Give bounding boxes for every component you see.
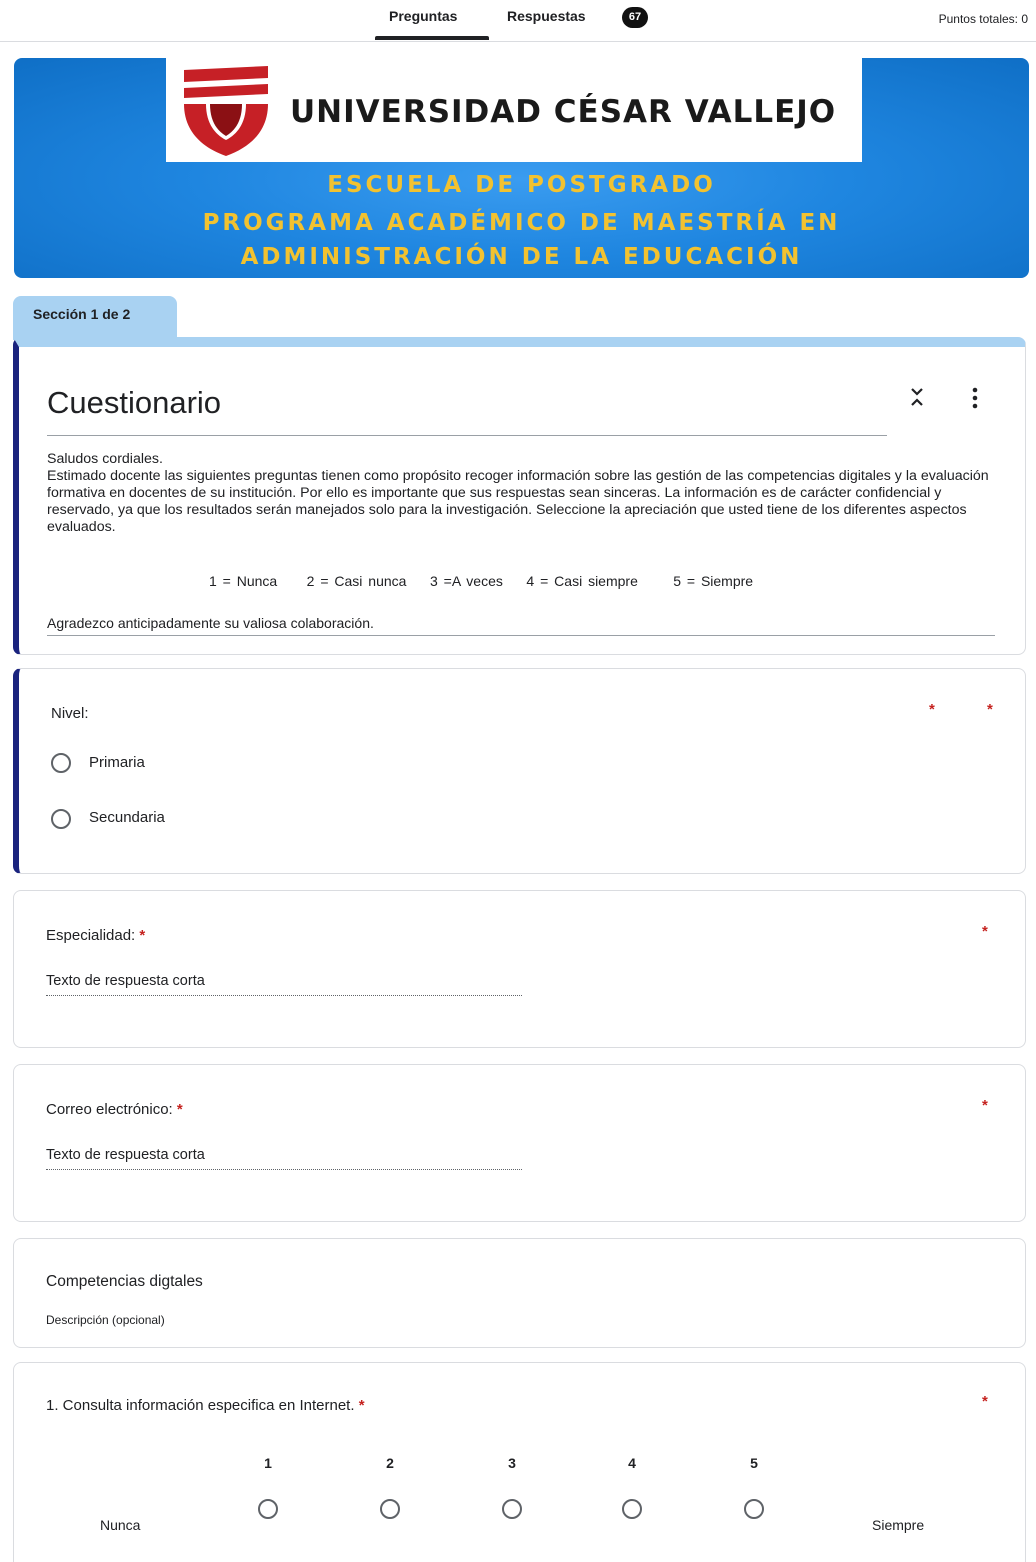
question-especialidad[interactable]: Especialidad: * * Texto de respuesta cor… — [13, 890, 1026, 1048]
scale-number: 2 — [386, 1455, 394, 1471]
banner-line-3: ADMINISTRACIÓN DE LA EDUCACIÓN — [240, 244, 803, 270]
required-marker: * — [982, 1097, 988, 1114]
active-tab-indicator — [375, 36, 489, 40]
banner-line-1: ESCUELA DE POSTGRADO — [327, 172, 716, 198]
greeting-text: Saludos cordiales. — [47, 451, 163, 467]
title-underline — [47, 435, 887, 436]
required-marker: * — [987, 701, 993, 718]
required-marker: * — [982, 1393, 988, 1410]
more-vert-icon[interactable] — [971, 387, 979, 409]
question-title-text: 1. Consulta información especifica en In… — [46, 1397, 355, 1414]
required-marker: * — [982, 923, 988, 940]
tab-respuestas[interactable]: Respuestas — [507, 8, 586, 24]
radio-unchecked-icon[interactable] — [622, 1499, 642, 1519]
question-title: Nivel: — [51, 705, 89, 722]
scale-low-label: Nunca — [100, 1517, 141, 1533]
radio-unchecked-icon[interactable] — [502, 1499, 522, 1519]
radio-unchecked-icon[interactable] — [380, 1499, 400, 1519]
question-title-text: Correo electrónico: — [46, 1101, 173, 1118]
section-header-description: Descripción (opcional) — [46, 1313, 165, 1327]
question-1-linear-scale[interactable]: 1. Consulta información especifica en In… — [13, 1362, 1026, 1562]
answer-underline — [46, 995, 522, 996]
scale-high-label: Siempre — [872, 1517, 925, 1533]
answer-underline — [46, 1169, 522, 1170]
scale-legend: 1 = Nunca 2 = Casi nunca 3 =A veces 4 = … — [209, 573, 754, 589]
form-intro-card[interactable]: Cuestionario Saludos cordiales. Estimado… — [13, 337, 1026, 655]
university-logo: UNIVERSIDAD CÉSAR VALLEJO — [166, 58, 862, 162]
question-title-text: Especialidad: — [46, 927, 136, 944]
required-marker: * — [358, 1397, 365, 1414]
radio-unchecked-icon[interactable] — [51, 753, 71, 773]
section-indicator: Sección 1 de 2 — [13, 296, 177, 340]
section-header-title: Competencias digtales — [46, 1273, 203, 1290]
responses-count-badge: 67 — [622, 7, 648, 28]
question-title: Correo electrónico: * — [46, 1101, 183, 1118]
radio-unchecked-icon[interactable] — [258, 1499, 278, 1519]
scale-number: 3 — [508, 1455, 516, 1471]
question-nivel[interactable]: Nivel: * * Primaria Secundaria — [13, 668, 1026, 874]
form-description[interactable]: Saludos cordiales. Estimado docente las … — [47, 451, 1002, 536]
radio-unchecked-icon[interactable] — [51, 809, 71, 829]
section-header-competencias[interactable]: Competencias digtales Descripción (opcio… — [13, 1238, 1026, 1348]
tab-preguntas[interactable]: Preguntas — [389, 8, 457, 24]
top-tab-bar: Preguntas Respuestas 67 Puntos totales: … — [0, 0, 1036, 42]
scale-number: 4 — [628, 1455, 636, 1471]
required-marker: * — [929, 701, 935, 718]
scale-number: 1 — [264, 1455, 272, 1471]
scale-number: 5 — [750, 1455, 758, 1471]
total-points: Puntos totales: 0 — [938, 12, 1028, 26]
short-answer-field[interactable]: Texto de respuesta corta — [46, 973, 205, 989]
collapse-icon[interactable] — [909, 387, 925, 407]
question-title: 1. Consulta información especifica en In… — [46, 1397, 365, 1414]
thanks-text: Agradezco anticipadamente su valiosa col… — [47, 615, 374, 631]
form-title[interactable]: Cuestionario — [47, 385, 221, 421]
ucv-shield-logo-icon — [184, 66, 268, 156]
question-title: Especialidad: * — [46, 927, 145, 944]
description-text: Estimado docente las siguientes pregunta… — [47, 468, 989, 535]
radio-unchecked-icon[interactable] — [744, 1499, 764, 1519]
question-correo[interactable]: Correo electrónico: * * Texto de respues… — [13, 1064, 1026, 1222]
banner-line-2: PROGRAMA ACADÉMICO DE MAESTRÍA EN — [202, 210, 841, 236]
description-underline — [47, 635, 995, 636]
university-name: UNIVERSIDAD CÉSAR VALLEJO — [290, 94, 837, 130]
option-primaria[interactable]: Primaria — [89, 754, 145, 771]
required-marker: * — [139, 927, 146, 944]
short-answer-field[interactable]: Texto de respuesta corta — [46, 1147, 205, 1163]
required-marker: * — [176, 1101, 183, 1118]
header-banner: UNIVERSIDAD CÉSAR VALLEJO ESCUELA DE POS… — [14, 58, 1029, 278]
option-secundaria[interactable]: Secundaria — [89, 809, 165, 826]
